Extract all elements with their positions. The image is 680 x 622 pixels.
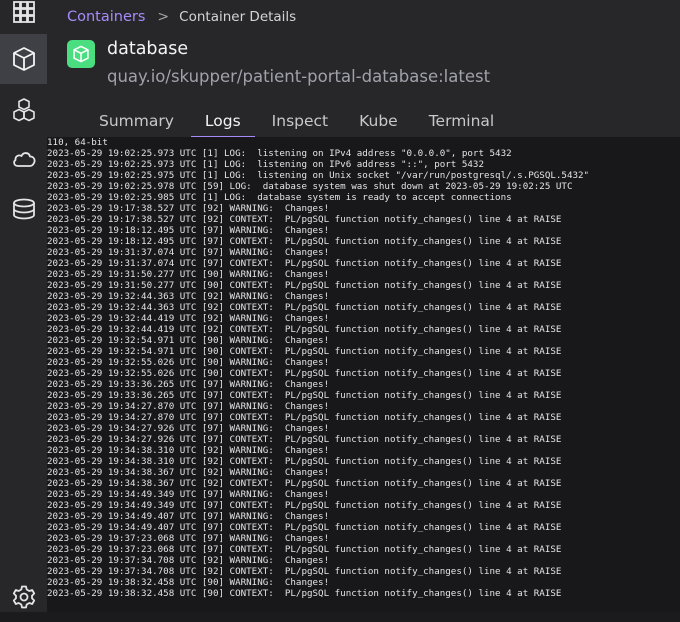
dashboard-icon	[12, 1, 35, 23]
gear-icon	[12, 585, 35, 609]
images-cubes-icon	[12, 98, 35, 122]
sidebar-item-pods[interactable]	[0, 134, 47, 184]
container-image-name: quay.io/skupper/patient-portal-database:…	[107, 67, 491, 86]
container-status-icon	[67, 40, 95, 68]
page-title: database	[107, 39, 189, 59]
log-line: 2023-05-29 19:37:34.708 UTC [92] CONTEXT…	[47, 566, 562, 577]
container-cube-icon	[12, 47, 35, 71]
database-icon	[12, 198, 35, 220]
log-line: 2023-05-29 19:33:36.265 UTC [97] CONTEXT…	[47, 390, 562, 401]
breadcrumb-separator: >	[157, 9, 170, 25]
log-line: 2023-05-29 19:32:44.363 UTC [92] WARNING…	[47, 291, 330, 302]
sidebar-item-images[interactable]	[0, 85, 47, 135]
log-line: 2023-05-29 19:02:25.975 UTC [1] LOG: lis…	[47, 170, 590, 181]
tab-logs[interactable]: Logs	[190, 112, 255, 139]
log-line: 2023-05-29 19:38:32.458 UTC [90] CONTEXT…	[47, 588, 562, 599]
tab-kube[interactable]: Kube	[359, 112, 398, 134]
log-line: 2023-05-29 19:17:38.527 UTC [92] WARNING…	[47, 203, 330, 214]
breadcrumb-containers-link[interactable]: Containers	[67, 9, 145, 25]
log-line: 2023-05-29 19:31:50.277 UTC [90] CONTEXT…	[47, 280, 562, 291]
log-line: 2023-05-29 19:31:37.074 UTC [97] WARNING…	[47, 247, 330, 258]
log-line: 2023-05-29 19:02:25.978 UTC [59] LOG: da…	[47, 181, 573, 192]
log-line: 2023-05-29 19:32:44.363 UTC [92] CONTEXT…	[47, 302, 562, 313]
log-line: 2023-05-29 19:38:32.458 UTC [90] WARNING…	[47, 577, 330, 588]
log-line: 2023-05-29 19:02:25.973 UTC [1] LOG: lis…	[47, 148, 512, 159]
log-line: 2023-05-29 19:34:27.926 UTC [97] WARNING…	[47, 423, 330, 434]
log-line: 2023-05-29 19:37:23.068 UTC [97] WARNING…	[47, 533, 330, 544]
log-line: 2023-05-29 19:34:27.870 UTC [97] WARNING…	[47, 401, 330, 412]
tab-inspect[interactable]: Inspect	[272, 112, 328, 134]
log-output[interactable]: 110, 64-bit 2023-05-29 19:02:25.973 UTC […	[47, 137, 680, 612]
breadcrumb: Containers > Container Details	[67, 9, 296, 25]
log-line: 2023-05-29 19:37:34.708 UTC [92] WARNING…	[47, 555, 330, 566]
breadcrumb-current: Container Details	[179, 9, 297, 25]
log-line: 2023-05-29 19:32:54.971 UTC [90] WARNING…	[47, 335, 330, 346]
sidebar-item-volumes[interactable]	[0, 184, 47, 234]
log-line: 2023-05-29 19:18:12.495 UTC [97] WARNING…	[47, 225, 330, 236]
tab-summary[interactable]: Summary	[99, 112, 174, 134]
log-line: 2023-05-29 19:34:49.349 UTC [97] WARNING…	[47, 489, 330, 500]
cloud-icon	[12, 152, 35, 167]
log-line: 2023-05-29 19:34:49.349 UTC [97] CONTEXT…	[47, 500, 562, 511]
log-line: 2023-05-29 19:34:49.407 UTC [97] CONTEXT…	[47, 522, 562, 533]
log-line: 2023-05-29 19:32:44.419 UTC [92] CONTEXT…	[47, 324, 562, 335]
log-line: 2023-05-29 19:33:36.265 UTC [97] WARNING…	[47, 379, 330, 390]
log-line: 2023-05-29 19:34:38.367 UTC [92] WARNING…	[47, 467, 330, 478]
log-line: 2023-05-29 19:17:38.527 UTC [92] CONTEXT…	[47, 214, 562, 225]
log-line: 2023-05-29 19:34:38.310 UTC [92] WARNING…	[47, 445, 330, 456]
log-line: 2023-05-29 19:37:23.068 UTC [97] CONTEXT…	[47, 544, 562, 555]
log-line: 2023-05-29 19:32:55.026 UTC [90] WARNING…	[47, 357, 330, 368]
sidebar-item-containers[interactable]	[0, 34, 47, 84]
log-line: 2023-05-29 19:34:49.407 UTC [97] WARNING…	[47, 511, 330, 522]
log-line: 110, 64-bit	[47, 137, 108, 148]
sidebar	[0, 0, 47, 612]
log-line: 2023-05-29 19:18:12.495 UTC [97] CONTEXT…	[47, 236, 562, 247]
log-line: 2023-05-29 19:02:25.985 UTC [1] LOG: dat…	[47, 192, 512, 203]
details-header: Containers > Container Details database …	[47, 0, 680, 139]
log-line: 2023-05-29 19:32:44.419 UTC [92] WARNING…	[47, 313, 330, 324]
log-line: 2023-05-29 19:32:55.026 UTC [90] CONTEXT…	[47, 368, 562, 379]
tab-bar: Summary Logs Inspect Kube Terminal	[87, 112, 525, 139]
sidebar-item-dashboard[interactable]	[0, 0, 47, 37]
log-line: 2023-05-29 19:34:27.926 UTC [97] CONTEXT…	[47, 434, 562, 445]
log-line: 2023-05-29 19:32:54.971 UTC [90] CONTEXT…	[47, 346, 562, 357]
log-line: 2023-05-29 19:31:37.074 UTC [97] CONTEXT…	[47, 258, 562, 269]
sidebar-item-settings[interactable]	[0, 572, 47, 622]
log-line: 2023-05-29 19:02:25.973 UTC [1] LOG: lis…	[47, 159, 484, 170]
log-line: 2023-05-29 19:34:38.367 UTC [92] CONTEXT…	[47, 478, 562, 489]
log-line: 2023-05-29 19:31:50.277 UTC [90] WARNING…	[47, 269, 330, 280]
tab-terminal[interactable]: Terminal	[429, 112, 495, 134]
log-line: 2023-05-29 19:34:38.310 UTC [92] CONTEXT…	[47, 456, 562, 467]
log-line: 2023-05-29 19:34:27.870 UTC [97] CONTEXT…	[47, 412, 562, 423]
